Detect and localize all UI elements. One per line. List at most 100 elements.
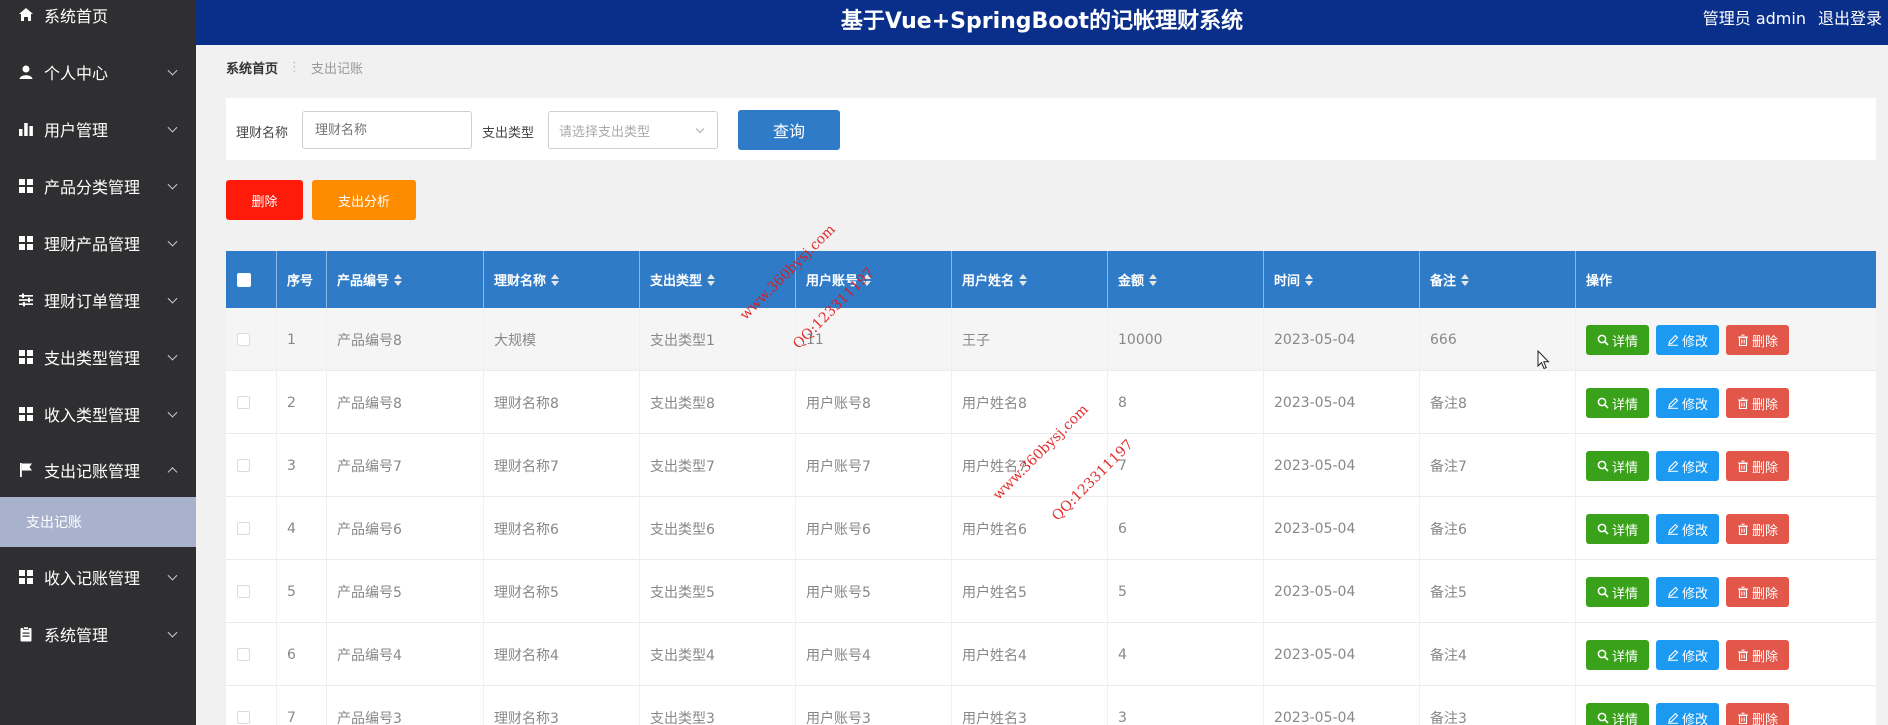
row-delete-button[interactable]: 删除	[1726, 514, 1789, 544]
row-select-cell[interactable]	[226, 623, 277, 686]
detail-button[interactable]: 详情	[1586, 451, 1649, 481]
edit-button[interactable]: 修改	[1656, 514, 1719, 544]
row-select-cell[interactable]	[226, 686, 277, 725]
sliders-icon	[18, 292, 34, 308]
sidebar-item-system[interactable]: 系统管理	[0, 605, 196, 662]
sidebar-item-finance-product[interactable]: 理财产品管理	[0, 214, 196, 271]
row-delete-button[interactable]: 删除	[1726, 703, 1789, 725]
expense-analysis-button[interactable]: 支出分析	[312, 180, 416, 220]
sidebar-item-finance-order[interactable]: 理财订单管理	[0, 271, 196, 328]
row-select-cell[interactable]	[226, 497, 277, 560]
table-row[interactable]: 4 产品编号6 理财名称6 支出类型6 用户账号6 用户姓名6 6 2023-05-04 备注6…	[226, 497, 1876, 560]
row-delete-button[interactable]: 删除	[1726, 577, 1789, 607]
cell-user-account: 用户账号7	[796, 434, 952, 497]
row-select-cell[interactable]	[226, 371, 277, 434]
col-header-remark[interactable]: 备注	[1420, 251, 1576, 308]
row-checkbox[interactable]	[237, 711, 250, 724]
detail-button[interactable]: 详情	[1586, 325, 1649, 355]
edit-label: 修改	[1681, 586, 1708, 602]
sidebar-item-home[interactable]: 系统首页	[0, 0, 196, 43]
search-icon	[1597, 649, 1609, 661]
sidebar-subitem-expense-record[interactable]: 支出记账	[0, 497, 196, 547]
row-delete-button[interactable]: 删除	[1726, 451, 1789, 481]
sidebar-item-user-management[interactable]: 用户管理	[0, 100, 196, 157]
row-checkbox[interactable]	[237, 648, 250, 661]
detail-button[interactable]: 详情	[1586, 703, 1649, 725]
sidebar-item-personal-center[interactable]: 个人中心	[0, 43, 196, 100]
detail-button[interactable]: 详情	[1586, 388, 1649, 418]
edit-button[interactable]: 修改	[1656, 451, 1719, 481]
batch-delete-button[interactable]: 删除	[226, 180, 303, 220]
trash-icon	[1737, 649, 1749, 661]
col-header-user-name[interactable]: 用户姓名	[952, 251, 1108, 308]
col-header-time[interactable]: 时间	[1264, 251, 1420, 308]
edit-icon	[1667, 523, 1679, 535]
row-delete-button[interactable]: 删除	[1726, 388, 1789, 418]
expense-type-select[interactable]: 请选择支出类型	[548, 111, 718, 149]
logout-link[interactable]: 退出登录	[1818, 5, 1882, 29]
sidebar-item-income-record[interactable]: 收入记账管理	[0, 548, 196, 605]
select-all-checkbox[interactable]	[237, 272, 251, 287]
row-select-cell[interactable]	[226, 308, 277, 371]
cell-product-code: 产品编号8	[327, 371, 484, 434]
cell-time: 2023-05-04	[1264, 308, 1420, 371]
expense-table: 序号 产品编号 理财名称 支出类型 用户账号 用户姓名 金额 时间 备注 操作 …	[226, 251, 1876, 725]
cell-time: 2023-05-04	[1264, 686, 1420, 725]
table-row[interactable]: 7 产品编号3 理财名称3 支出类型3 用户账号3 用户姓名3 3 2023-05-04 备注3…	[226, 686, 1876, 725]
finance-name-input[interactable]	[302, 111, 472, 149]
table-row[interactable]: 5 产品编号5 理财名称5 支出类型5 用户账号5 用户姓名5 5 2023-05-04 备注5…	[226, 560, 1876, 623]
row-delete-button[interactable]: 删除	[1726, 325, 1789, 355]
edit-button[interactable]: 修改	[1656, 640, 1719, 670]
delete-label: 删除	[1751, 397, 1778, 413]
detail-button[interactable]: 详情	[1586, 640, 1649, 670]
sort-icon	[1461, 273, 1470, 286]
table-row[interactable]: 6 产品编号4 理财名称4 支出类型4 用户账号4 用户姓名4 4 2023-05-04 备注4…	[226, 623, 1876, 686]
sidebar-item-expense-type[interactable]: 支出类型管理	[0, 328, 196, 385]
sidebar-item-income-type[interactable]: 收入类型管理	[0, 385, 196, 442]
sort-icon	[1019, 273, 1028, 286]
row-checkbox[interactable]	[237, 333, 250, 346]
sort-icon	[707, 273, 716, 286]
table-row[interactable]: 1 产品编号8 大规模 支出类型1 11 王子 10000 2023-05-04 666 详情 修改…	[226, 308, 1876, 371]
edit-button[interactable]: 修改	[1656, 703, 1719, 725]
chevron-down-icon	[167, 122, 178, 133]
row-select-cell[interactable]	[226, 434, 277, 497]
cell-user-account: 用户账号8	[796, 371, 952, 434]
table-row[interactable]: 2 产品编号8 理财名称8 支出类型8 用户账号8 用户姓名8 8 2023-05-04 备注8…	[226, 371, 1876, 434]
breadcrumb-current: 支出记账	[311, 62, 364, 77]
detail-button[interactable]: 详情	[1586, 577, 1649, 607]
sidebar-item-product-category[interactable]: 产品分类管理	[0, 157, 196, 214]
edit-button[interactable]: 修改	[1656, 388, 1719, 418]
cell-expense-type: 支出类型5	[640, 560, 796, 623]
grid-icon	[18, 569, 34, 585]
home-icon	[18, 7, 34, 23]
edit-icon	[1667, 397, 1679, 409]
user-icon	[18, 64, 34, 80]
app-title: 基于Vue+SpringBoot的记帐理财系统	[840, 9, 1244, 34]
detail-button[interactable]: 详情	[1586, 514, 1649, 544]
cell-time: 2023-05-04	[1264, 560, 1420, 623]
cell-user-name: 王子	[952, 308, 1108, 371]
col-header-product-code[interactable]: 产品编号	[327, 251, 484, 308]
edit-label: 修改	[1681, 523, 1708, 539]
row-checkbox[interactable]	[237, 522, 250, 535]
row-checkbox[interactable]	[237, 459, 250, 472]
detail-label: 详情	[1611, 334, 1638, 350]
sidebar-item-expense-record[interactable]: 支出记账管理	[0, 441, 196, 498]
row-select-cell[interactable]	[226, 560, 277, 623]
col-header-amount[interactable]: 金额	[1108, 251, 1264, 308]
user-label: 管理员 admin	[1702, 9, 1806, 28]
cell-product-code: 产品编号4	[327, 623, 484, 686]
row-delete-button[interactable]: 删除	[1726, 640, 1789, 670]
edit-button[interactable]: 修改	[1656, 577, 1719, 607]
breadcrumb-home[interactable]: 系统首页	[226, 58, 278, 77]
col-header-finance-name[interactable]: 理财名称	[484, 251, 640, 308]
grid-icon	[18, 178, 34, 194]
row-checkbox[interactable]	[237, 396, 250, 409]
row-checkbox[interactable]	[237, 585, 250, 598]
cell-finance-name: 理财名称8	[484, 371, 640, 434]
edit-button[interactable]: 修改	[1656, 325, 1719, 355]
query-button[interactable]: 查询	[738, 110, 840, 150]
select-all-cell[interactable]	[226, 251, 277, 308]
sidebar-item-label: 系统首页	[44, 6, 109, 26]
